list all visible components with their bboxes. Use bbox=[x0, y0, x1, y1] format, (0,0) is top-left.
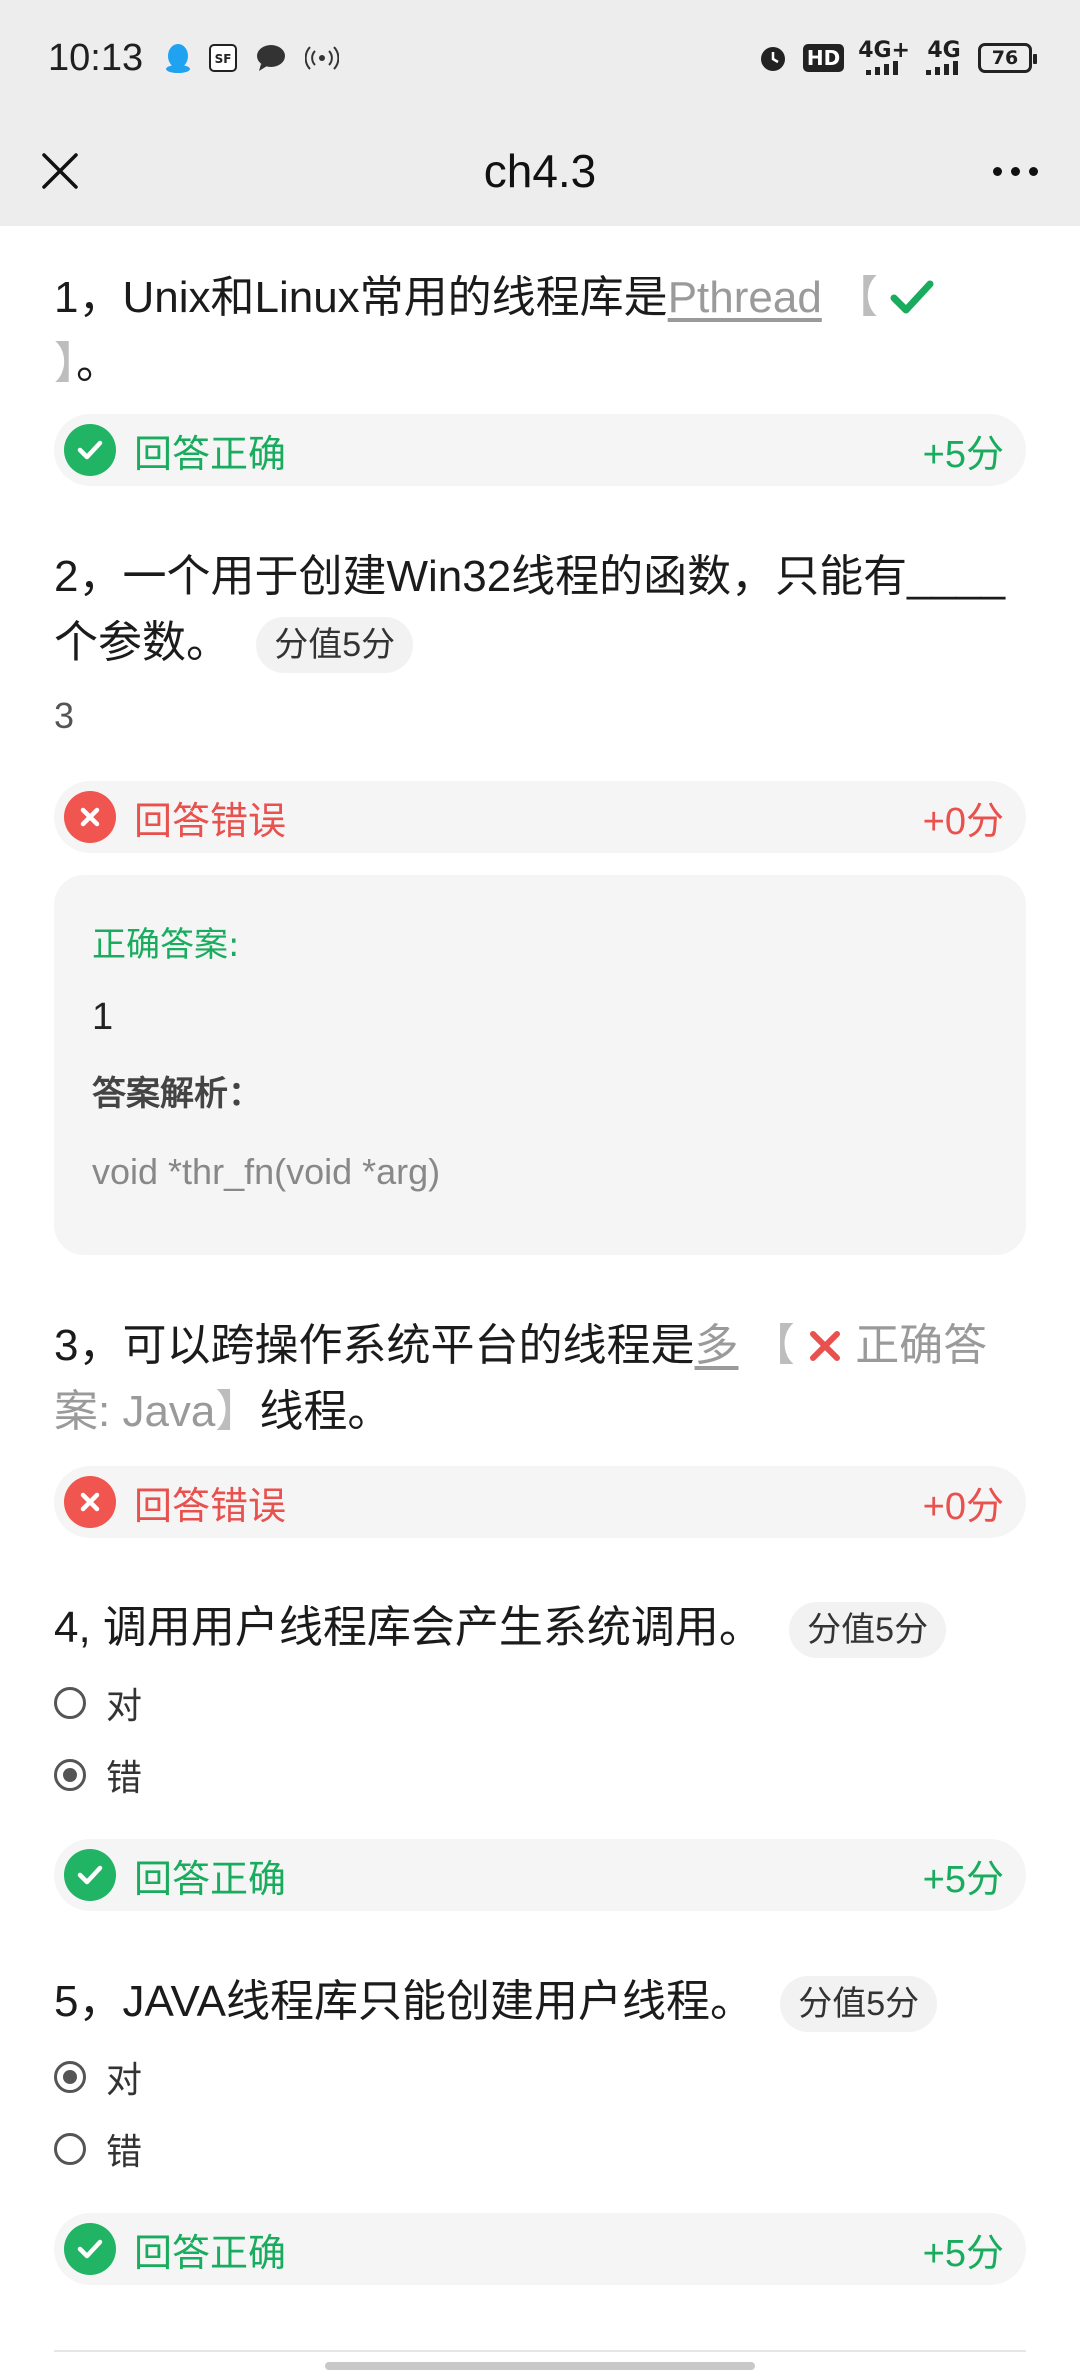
more-dot-icon bbox=[992, 166, 1002, 176]
system-icons: HD 4G+ 4G 76 bbox=[757, 38, 1037, 75]
battery-icon: 76 bbox=[978, 43, 1037, 73]
answer-explanation-box: 正确答案: 1 答案解析： void *thr_fn(void *arg) bbox=[54, 875, 1026, 1255]
network-label-2: 4G bbox=[927, 38, 961, 63]
radio-selected-icon[interactable] bbox=[54, 1759, 86, 1791]
divider bbox=[54, 2350, 1026, 2352]
explanation-text: void *thr_fn(void *arg) bbox=[92, 1151, 441, 1192]
nav-bar: ch4.3 bbox=[0, 116, 1080, 226]
result-bar-3: 回答错误 +0分 bbox=[54, 1466, 1026, 1538]
option-label: 错 bbox=[106, 1758, 143, 1799]
network-label-1: 4G+ bbox=[858, 38, 910, 63]
question-5: 5，JAVA线程库只能创建用户线程。 分值5分 对 错 bbox=[0, 1969, 1080, 2185]
close-button[interactable] bbox=[30, 141, 90, 201]
more-dot-icon bbox=[1010, 166, 1020, 176]
user-answer: 3 bbox=[54, 695, 75, 736]
question-5-text: 5，JAVA线程库只能创建用户线程。 分值5分 bbox=[0, 1969, 1080, 2035]
score-tag: 分值5分 bbox=[789, 1602, 947, 1659]
hotspot-icon bbox=[305, 44, 340, 72]
alarm-icon bbox=[757, 42, 789, 74]
result-score: +0分 bbox=[922, 1485, 1004, 1528]
result-score: +5分 bbox=[922, 1858, 1004, 1901]
wrong-icon bbox=[64, 791, 116, 843]
signal-4g-plus-icon: 4G+ bbox=[858, 38, 910, 75]
score-tag: 分值5分 bbox=[256, 617, 414, 674]
close-icon bbox=[42, 153, 78, 189]
status-time: 10:13 bbox=[48, 36, 144, 79]
signal-4g-icon: 4G bbox=[924, 38, 964, 75]
option-false[interactable]: 错 bbox=[0, 2113, 1080, 2185]
more-dot-icon bbox=[1028, 166, 1038, 176]
question-3-text: 3，可以跨操作系统平台的线程是多 【 正确答案: Java】线程。 bbox=[54, 1321, 988, 1436]
question-3: 3，可以跨操作系统平台的线程是多 【 正确答案: Java】线程。 bbox=[0, 1313, 1080, 1445]
option-label: 对 bbox=[106, 1686, 143, 1727]
score-tag: 分值5分 bbox=[780, 1976, 938, 2033]
result-label: 回答正确 bbox=[134, 431, 287, 476]
radio-unselected-icon[interactable] bbox=[54, 2133, 86, 2165]
correct-answer-value: 1 bbox=[92, 996, 114, 1038]
result-score: +5分 bbox=[922, 2232, 1004, 2275]
question-1-answer: Pthread bbox=[667, 273, 822, 322]
question-2: 2，一个用于创建Win32线程的函数，只能有____个参数。 分值5分 3 bbox=[0, 544, 1080, 746]
page-title: ch4.3 bbox=[483, 145, 597, 197]
home-indicator[interactable] bbox=[325, 2362, 755, 2370]
checkmark-icon bbox=[890, 280, 934, 314]
question-4: 4, 调用用户线程库会产生系统调用。 分值5分 对 错 bbox=[0, 1595, 1080, 1811]
correct-answer-label: 正确答案: bbox=[92, 925, 240, 965]
correct-icon bbox=[64, 2223, 116, 2275]
result-label: 回答正确 bbox=[134, 2230, 287, 2275]
correct-icon bbox=[64, 424, 116, 476]
sf-express-icon: SF bbox=[209, 44, 238, 72]
option-true[interactable]: 对 bbox=[0, 2041, 1080, 2113]
hd-icon: HD bbox=[802, 44, 845, 72]
result-bar-2: 回答错误 +0分 bbox=[54, 781, 1026, 853]
question-4-text: 4, 调用用户线程库会产生系统调用。 分值5分 bbox=[0, 1595, 1080, 1661]
option-false[interactable]: 错 bbox=[0, 1739, 1080, 1811]
radio-selected-icon[interactable] bbox=[54, 2061, 86, 2093]
result-score: +5分 bbox=[922, 433, 1004, 476]
result-score: +0分 bbox=[922, 800, 1004, 843]
notification-icons: SF bbox=[165, 43, 340, 73]
correct-icon bbox=[64, 1849, 116, 1901]
result-label: 回答正确 bbox=[134, 1856, 287, 1901]
result-bar-4: 回答正确 +5分 bbox=[54, 1839, 1026, 1911]
option-label: 对 bbox=[106, 2060, 143, 2101]
cross-icon bbox=[809, 1331, 840, 1361]
result-label: 回答错误 bbox=[134, 1483, 287, 1528]
result-bar-5: 回答正确 +5分 bbox=[54, 2213, 1026, 2285]
explanation-label: 答案解析： bbox=[92, 1074, 262, 1114]
result-bar-1: 回答正确 +5分 bbox=[54, 414, 1026, 486]
question-2-text: 2，一个用于创建Win32线程的函数，只能有____个参数。 分值5分 bbox=[0, 544, 1080, 676]
qq-icon bbox=[165, 43, 191, 73]
chat-bubble-icon bbox=[255, 44, 287, 72]
option-label: 错 bbox=[106, 2132, 143, 2173]
result-label: 回答错误 bbox=[134, 798, 287, 843]
question-1-text: 1，Unix和Linux常用的线程库是Pthread 【 】。 bbox=[0, 265, 1080, 397]
wrong-icon bbox=[64, 1476, 116, 1528]
svg-text:SF: SF bbox=[215, 52, 232, 66]
more-menu-button[interactable] bbox=[980, 141, 1050, 201]
status-bar: 10:13 SF HD 4G+ 4G 76 bbox=[0, 0, 1080, 116]
option-true[interactable]: 对 bbox=[0, 1667, 1080, 1739]
radio-unselected-icon[interactable] bbox=[54, 1687, 86, 1719]
question-3-answer: 多 bbox=[694, 1321, 739, 1370]
question-1: 1，Unix和Linux常用的线程库是Pthread 【 】。 bbox=[0, 265, 1080, 397]
